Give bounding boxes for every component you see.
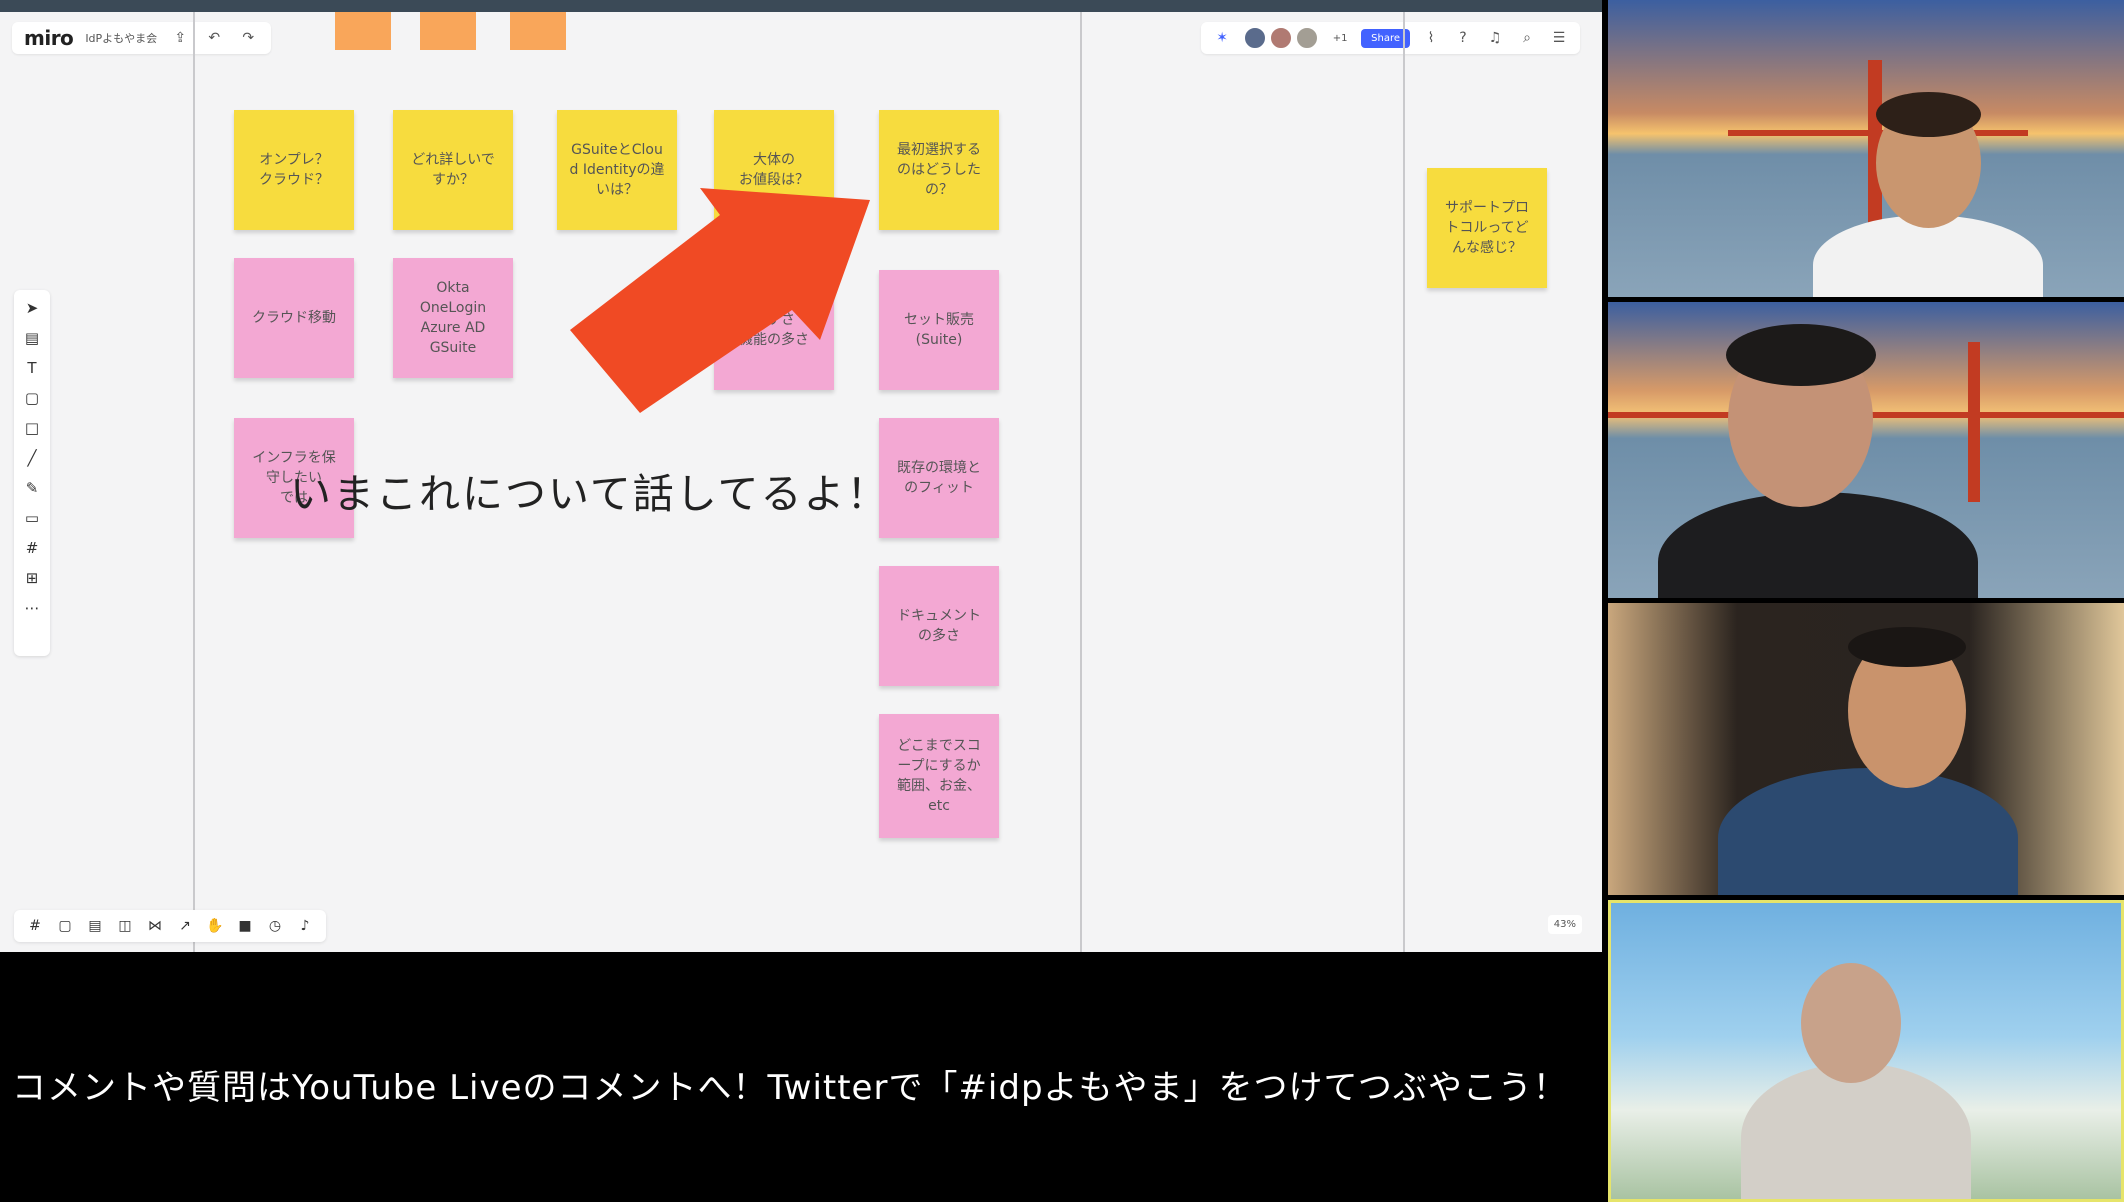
board-menu-icon[interactable]: ☰ <box>1548 27 1570 49</box>
browser-strip <box>0 0 1602 12</box>
pencil-icon[interactable]: ✎ <box>20 476 44 500</box>
cursor-icon[interactable]: ➤ <box>20 296 44 320</box>
avatar[interactable] <box>1295 26 1320 50</box>
upload-icon[interactable]: ⊞ <box>20 566 44 590</box>
collaboration-toolbar: # ▢ ▤ ◫ ⋈ ↗ ✋ ■ ◷ ♪ <box>14 910 326 942</box>
text-icon[interactable]: T <box>20 356 44 380</box>
miro-logo: miro <box>24 26 74 50</box>
sticky-note-icon[interactable]: ▢ <box>20 386 44 410</box>
stream-caption-text: コメントや質問はYouTube Liveのコメントへ！Twitterで「#idp… <box>12 1068 1568 1108</box>
more-users-icon[interactable]: +1 <box>1329 27 1351 49</box>
sticky-note[interactable]: セット販売 (Suite) <box>879 270 999 390</box>
frame-icon[interactable]: # <box>20 536 44 560</box>
avatar[interactable] <box>1269 26 1294 50</box>
sticky-note[interactable]: どれ詳しいで すか？ <box>393 110 513 230</box>
sticky-note[interactable]: オンプレ？ クラウド？ <box>234 110 354 230</box>
zoom-level[interactable]: 43% <box>1547 915 1582 934</box>
search-icon[interactable]: ⌕ <box>1516 27 1538 49</box>
sticky-note[interactable]: ドキュメント の多さ <box>879 566 999 686</box>
frame-tool-icon[interactable]: # <box>24 915 46 937</box>
undo-icon[interactable]: ↶ <box>203 27 225 49</box>
comment-tool-icon[interactable]: ▢ <box>54 915 76 937</box>
more-icon[interactable]: ⋯ <box>20 596 44 620</box>
avatar[interactable] <box>1243 26 1268 50</box>
offscreen-sticky <box>335 12 391 50</box>
shape-icon[interactable]: □ <box>20 416 44 440</box>
sticky-note[interactable]: 最初選択する のはどうした の？ <box>879 110 999 230</box>
sticky-note[interactable]: どこまでスコ ープにするか 範囲、お金、 etc <box>879 714 999 838</box>
frame-border <box>1403 12 1405 952</box>
frame-border <box>1080 12 1082 952</box>
mindmap-icon[interactable]: ◫ <box>114 915 136 937</box>
frame-border <box>193 12 195 952</box>
miro-board-canvas[interactable]: miro IdPよもやま会 ⇪ ↶ ↷ ✶ +1 Share ⌇ ? ♫ ⌕ ☰… <box>0 0 1602 952</box>
export-icon[interactable]: ⇪ <box>169 27 191 49</box>
sticky-note[interactable]: Okta OneLogin Azure AD GSuite <box>393 258 513 378</box>
screen-share-icon[interactable]: ↗ <box>174 915 196 937</box>
collab-toolbar: ✶ +1 Share ⌇ ? ♫ ⌕ ☰ <box>1201 22 1580 54</box>
board-name[interactable]: IdPよもやま会 <box>85 30 157 46</box>
pen-icon[interactable]: ╱ <box>20 446 44 470</box>
reactions-icon[interactable]: ✶ <box>1211 27 1233 49</box>
participant-video-1 <box>1608 0 2124 297</box>
overlay-caption: いまこれについて話してるよ！ <box>290 470 890 518</box>
vote-icon[interactable]: ✋ <box>204 915 226 937</box>
sticky-note[interactable]: クラウド移動 <box>234 258 354 378</box>
card-tool-icon[interactable]: ▤ <box>84 915 106 937</box>
sticky-note[interactable]: サポートプロ トコルってど んな感じ？ <box>1427 168 1547 288</box>
sticky-note[interactable]: 既存の環境と のフィット <box>879 418 999 538</box>
highlight-arrow-icon <box>570 188 870 413</box>
reaction-icon[interactable]: ♪ <box>294 915 316 937</box>
bell-icon[interactable]: ♫ <box>1484 27 1506 49</box>
timer-icon[interactable]: ◷ <box>264 915 286 937</box>
creation-toolbar: ➤ ▤ T ▢ □ ╱ ✎ ▭ # ⊞ ⋯ <box>14 290 50 656</box>
offscreen-sticky <box>510 12 566 50</box>
offscreen-sticky <box>420 12 476 50</box>
participant-video-2 <box>1608 302 2124 598</box>
participant-video-4 <box>1608 900 2124 1202</box>
template-icon[interactable]: ▤ <box>20 326 44 350</box>
participant-video-3 <box>1608 603 2124 895</box>
board-header: miro IdPよもやま会 ⇪ ↶ ↷ <box>12 22 272 54</box>
redo-icon[interactable]: ↷ <box>237 27 259 49</box>
grid-icon[interactable]: ⋈ <box>144 915 166 937</box>
comment-icon[interactable]: ▭ <box>20 506 44 530</box>
video-icon[interactable]: ■ <box>234 915 256 937</box>
help-icon[interactable]: ? <box>1452 27 1474 49</box>
activity-icon[interactable]: ⌇ <box>1420 27 1442 49</box>
